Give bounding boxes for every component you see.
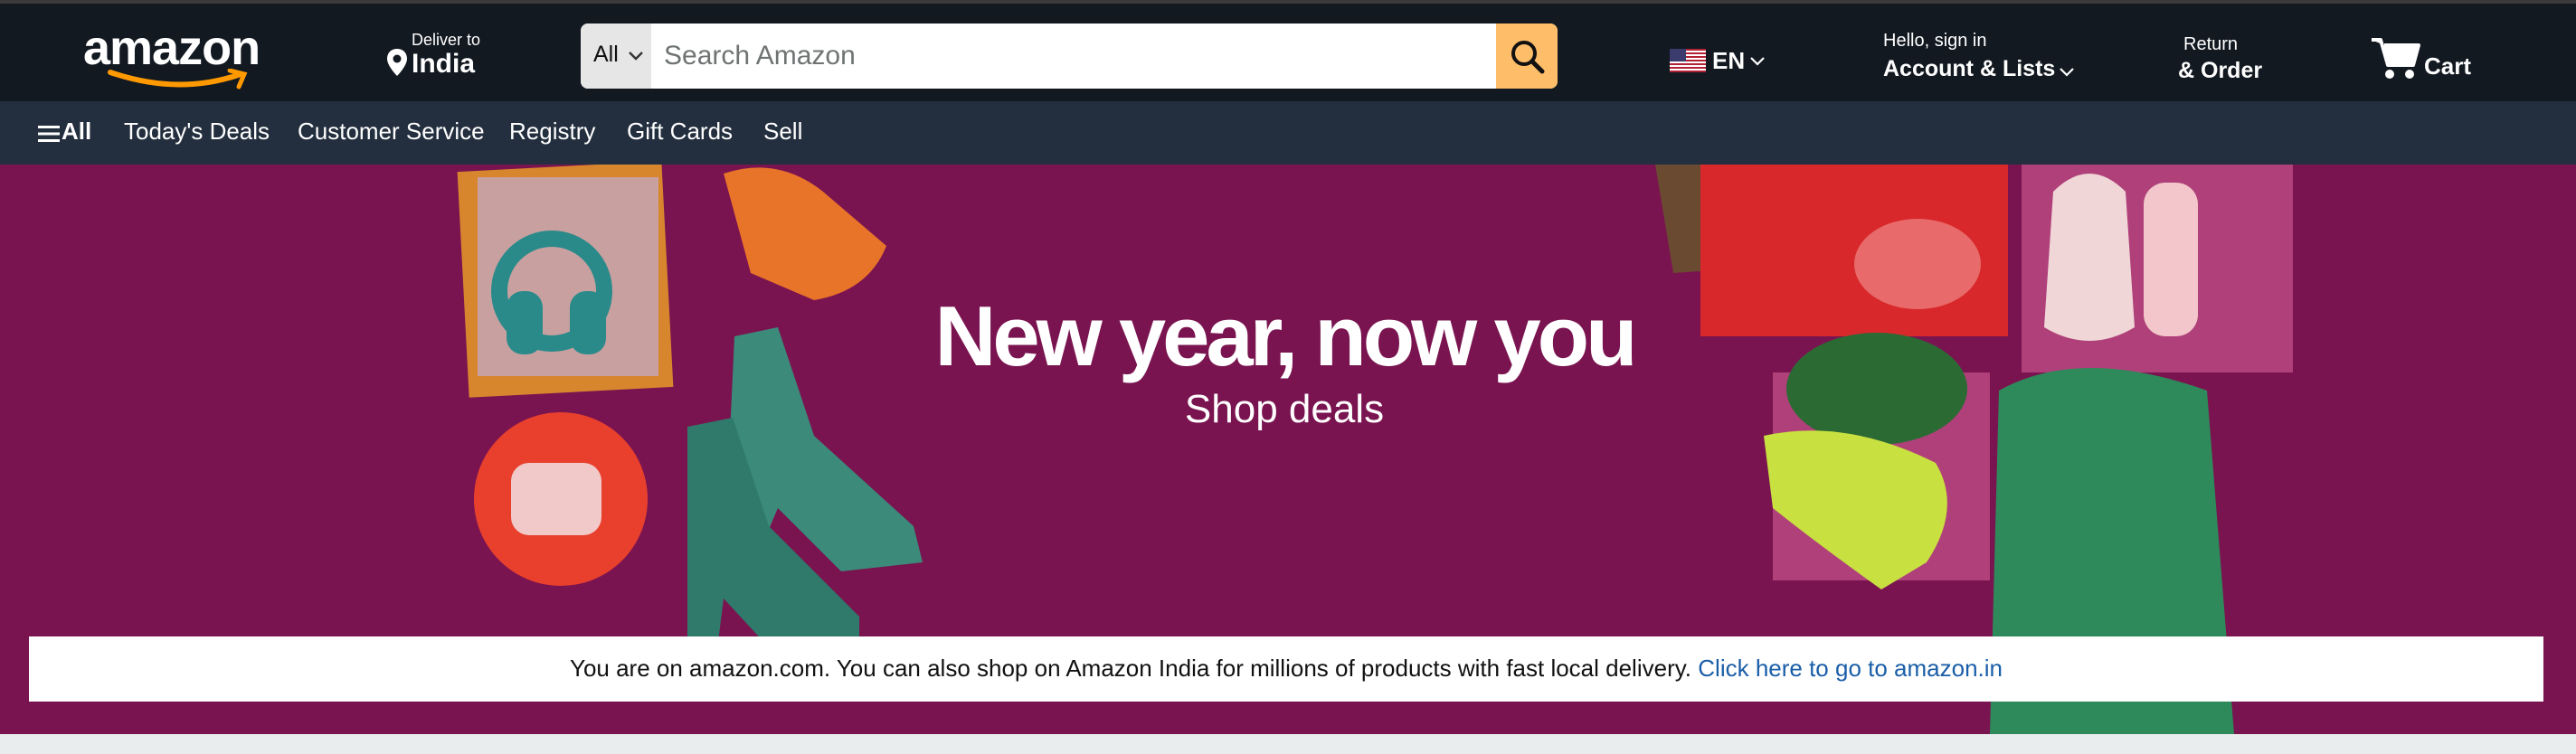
search-input[interactable] [651,24,1438,89]
us-flag-icon [1670,49,1706,72]
cart-icon [2372,38,2420,79]
account-and-lists[interactable]: Hello, sign in Account & Lists [1883,29,2074,87]
nav-all[interactable]: All [62,118,91,146]
chevron-down-icon [2060,68,2074,77]
returns-and-orders[interactable]: Return & Order [2174,33,2274,87]
nav-todays-deals[interactable]: Today's Deals [124,118,270,146]
cart-label: Cart [2424,52,2472,80]
language-code: EN [1712,47,1746,74]
account-greeting: Hello, sign in [1883,31,1987,51]
search-icon [1511,41,1545,74]
search-bar: All [581,24,1558,89]
deliver-to[interactable]: Deliver to India [387,27,514,83]
hero-subheadline[interactable]: Shop deals [904,387,1664,432]
cart[interactable]: Cart [2370,34,2478,81]
hero-headline: New year, now you [934,288,1637,383]
locale-notice-text: You are on amazon.com. You can also shop… [570,655,2003,683]
returns-label: Return [2183,34,2239,54]
deliver-to-label: Deliver to [412,31,481,49]
search-button[interactable] [1496,24,1558,89]
locale-notice: You are on amazon.com. You can also shop… [29,636,2543,702]
amazon-logo[interactable]: amazon [83,20,280,90]
hero-text: New year, now you Shop deals [904,291,1664,432]
page-bottom-strip [0,734,2576,754]
locale-notice-message: You are on amazon.com. You can also shop… [569,655,1692,682]
chevron-down-icon [629,52,643,61]
nav-gift-cards[interactable]: Gift Cards [627,118,733,146]
chevron-down-icon [1750,57,1765,66]
orders-label: & Order [2178,58,2263,83]
nav-sell[interactable]: Sell [763,118,802,146]
logo-text: amazon [83,21,260,75]
search-category-label: All [593,42,619,67]
deliver-to-location: India [412,49,476,79]
hamburger-menu-icon[interactable] [38,125,60,143]
nav-registry[interactable]: Registry [509,118,595,146]
location-pin-icon [387,49,407,76]
language-selector[interactable]: EN [1670,42,1769,74]
amazon-in-link[interactable]: Click here to go to amazon.in [1698,655,2003,682]
search-category-dropdown[interactable]: All [581,24,651,89]
nav-customer-service[interactable]: Customer Service [298,118,485,146]
top-header: amazon Deliver to India All Search Amazo… [0,0,2576,101]
account-label: Account & Lists [1883,56,2056,81]
amazon-smile-icon [108,69,248,90]
